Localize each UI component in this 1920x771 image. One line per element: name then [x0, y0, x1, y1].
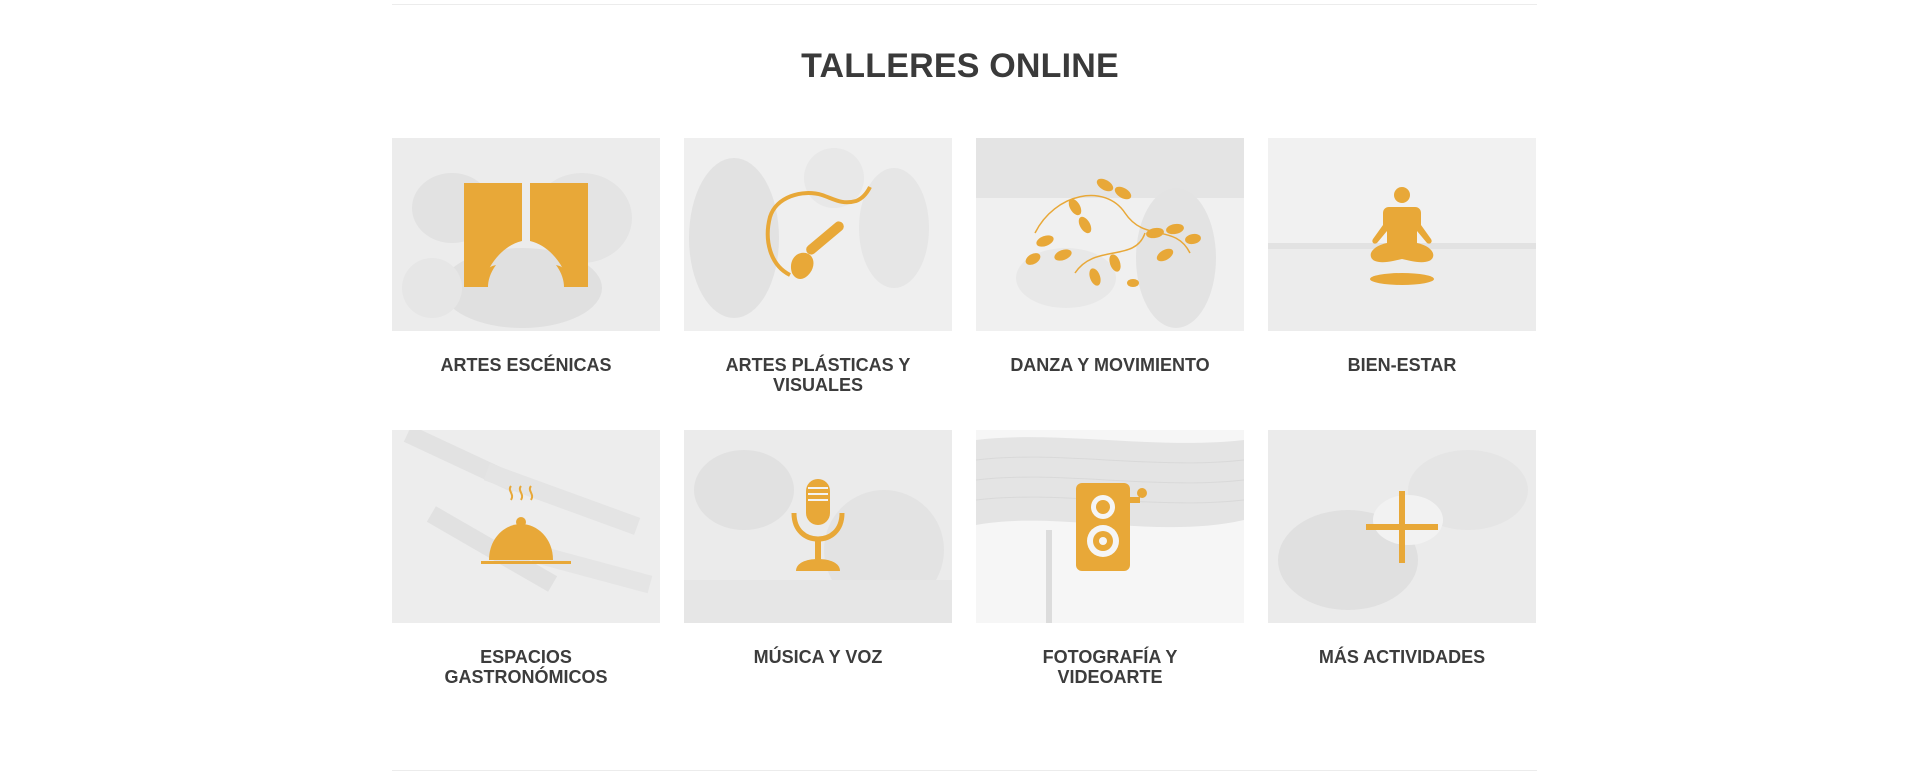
- card-label: FOTOGRAFÍA Y VIDEOARTE: [1042, 647, 1178, 687]
- card-musica-voz[interactable]: MÚSICA Y VOZ: [684, 430, 952, 687]
- plus-icon: [1366, 490, 1438, 563]
- card-image: [684, 430, 952, 623]
- card-image: [976, 430, 1244, 623]
- card-image: [392, 138, 660, 331]
- theater-curtain-icon: [464, 182, 588, 287]
- card-bien-estar[interactable]: BIEN-ESTAR: [1268, 138, 1536, 395]
- card-image: [976, 138, 1244, 331]
- card-image: [1268, 430, 1536, 623]
- paintbrush-icon: [765, 185, 872, 279]
- card-image: [392, 430, 660, 623]
- card-fotografia-videoarte[interactable]: FOTOGRAFÍA Y VIDEOARTE: [976, 430, 1244, 687]
- card-danza-movimiento[interactable]: DANZA Y MOVIMIENTO: [976, 138, 1244, 395]
- card-label: MÁS ACTIVIDADES: [1318, 647, 1486, 667]
- card-label: ARTES ESCÉNICAS: [440, 355, 612, 375]
- card-label: ESPACIOS GASTRONÓMICOS: [444, 647, 608, 687]
- workshop-grid: ARTES ESCÉNICAS ARTES PLÁSTICAS Y VISUAL…: [392, 138, 1538, 687]
- card-label: DANZA Y MOVIMIENTO: [1010, 355, 1210, 375]
- card-espacios-gastronomicos[interactable]: ESPACIOS GASTRONÓMICOS: [392, 430, 660, 687]
- card-label: MÚSICA Y VOZ: [753, 647, 883, 667]
- top-divider: [392, 4, 1537, 5]
- section-title: TALLERES ONLINE: [801, 47, 1119, 85]
- card-artes-escenicas[interactable]: ARTES ESCÉNICAS: [392, 138, 660, 395]
- card-image: [1268, 138, 1536, 331]
- card-label: ARTES PLÁSTICAS Y VISUALES: [725, 355, 911, 395]
- card-mas-actividades[interactable]: MÁS ACTIVIDADES: [1268, 430, 1536, 687]
- meditation-icon: [1370, 186, 1434, 285]
- microphone-icon: [791, 478, 845, 571]
- card-image: [684, 138, 952, 331]
- dance-steps-icon: [1025, 178, 1201, 287]
- camera-icon: [1076, 482, 1147, 571]
- card-label: BIEN-ESTAR: [1347, 355, 1457, 375]
- card-artes-plasticas[interactable]: ARTES PLÁSTICAS Y VISUALES: [684, 138, 952, 395]
- cloche-icon: [481, 484, 571, 564]
